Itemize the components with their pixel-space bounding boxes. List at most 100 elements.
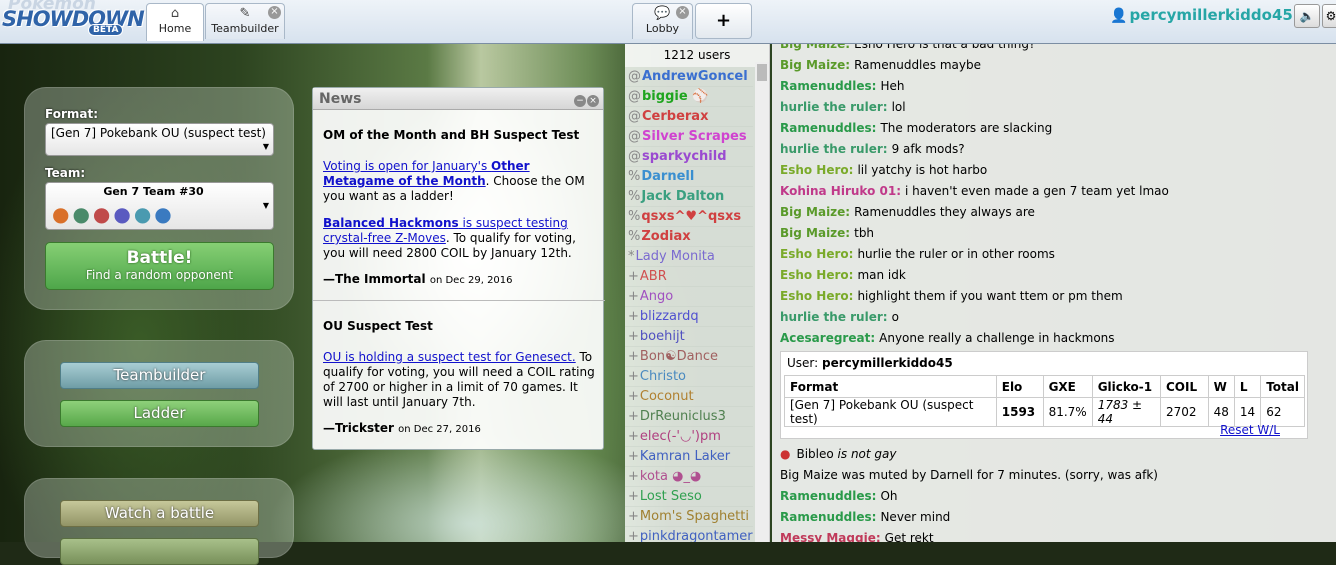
new-tab-button[interactable]: +: [695, 3, 752, 39]
username-text: percymillerkiddo45: [1129, 6, 1293, 24]
chat-text: lol: [891, 100, 906, 114]
username-display[interactable]: 👤 percymillerkiddo45: [1110, 6, 1293, 24]
table-header: Glicko-1: [1091, 375, 1161, 398]
chat-username[interactable]: Ramenuddles:: [780, 489, 876, 503]
user-list-item[interactable]: +Coconut: [625, 387, 753, 407]
user-list-item[interactable]: +DrReuniclus3: [625, 407, 753, 427]
user-list-item[interactable]: +kota ◕_◕: [625, 467, 753, 487]
user-list-item[interactable]: %qsxs^♥^qsxs: [625, 207, 753, 227]
news-link[interactable]: Voting is open for January's: [323, 159, 491, 173]
user-list-item[interactable]: @Silver Scrapes: [625, 127, 753, 147]
user-group-symbol: %: [628, 169, 641, 184]
chat-username[interactable]: Esho Hero:: [780, 268, 853, 282]
news-link[interactable]: OU is holding a suspect test for Genesec…: [323, 350, 576, 364]
chat-username[interactable]: Ramenuddles:: [780, 79, 876, 93]
chat-username[interactable]: hurlie the ruler:: [780, 100, 888, 114]
chat-message: hurlie the ruler: lol: [780, 100, 906, 114]
chat-username[interactable]: hurlie the ruler:: [780, 142, 888, 156]
user-list-name: boehijt: [639, 329, 685, 344]
find-user-button[interactable]: [60, 538, 259, 565]
user-list-item[interactable]: +Ango: [625, 287, 753, 307]
chat-username[interactable]: Esho Hero:: [780, 289, 853, 303]
tab-lobby[interactable]: 💬 Lobby ×: [632, 3, 693, 39]
chat-message: Big Maize was muted by Darnell for 7 min…: [780, 468, 1158, 482]
chat-username[interactable]: Esho Hero:: [780, 163, 853, 177]
user-list-item[interactable]: %Zodiax: [625, 227, 753, 247]
tab-teambuilder-label: Teambuilder: [211, 22, 279, 35]
user-list-item[interactable]: +ABR: [625, 267, 753, 287]
ranking-user-label: User:: [787, 356, 819, 370]
chat-text: man idk: [857, 268, 906, 282]
tab-home[interactable]: ⌂ Home: [146, 3, 204, 41]
chat-text: i haven't even made a gen 7 team yet lma…: [905, 184, 1169, 198]
chat-username[interactable]: Big Maize:: [780, 44, 850, 51]
user-list-item[interactable]: %Jack Dalton: [625, 187, 753, 207]
user-list-item[interactable]: +Mom's Spaghetti: [625, 507, 753, 527]
user-list-item[interactable]: +blizzardq: [625, 307, 753, 327]
user-list-item[interactable]: *Lady Monita: [625, 247, 753, 267]
user-group-symbol: @: [628, 69, 641, 84]
user-list-name: ABR: [639, 269, 667, 284]
user-list-name: qsxs^♥^qsxs: [641, 209, 742, 224]
options-button[interactable]: ⚙: [1322, 4, 1336, 28]
user-list-item[interactable]: @sparkychild: [625, 147, 753, 167]
user-list-scrollbar[interactable]: [755, 62, 769, 542]
team-select[interactable]: Gen 7 Team #30 ●●●●●● ▼: [45, 182, 274, 230]
user-list-item[interactable]: @Cerberax: [625, 107, 753, 127]
battle-button-subtitle: Find a random opponent: [85, 268, 234, 282]
user-list-item[interactable]: +Lost Seso: [625, 487, 753, 507]
user-list-item[interactable]: +Christo: [625, 367, 753, 387]
close-icon[interactable]: ×: [676, 6, 689, 19]
pokemon-showdown-logo[interactable]: Pokémon SHOWDOWN BETA: [2, 0, 145, 40]
menu-panel: Teambuilder Ladder: [24, 340, 294, 447]
news-link[interactable]: Balanced Hackmons: [323, 216, 459, 230]
chat-text: Never mind: [880, 510, 951, 524]
scrollbar-thumb[interactable]: [757, 64, 767, 81]
chat-username[interactable]: Big Maize:: [780, 226, 850, 240]
chat-username[interactable]: Esho Hero:: [780, 247, 853, 261]
table-header: GXE: [1042, 375, 1093, 398]
user-list-name: Jack Dalton: [641, 189, 725, 204]
user-group-symbol: +: [628, 509, 639, 524]
teambuilder-button[interactable]: Teambuilder: [60, 362, 259, 389]
close-icon[interactable]: ×: [587, 95, 599, 107]
news-item-paragraph: OU is holding a suspect test for Genesec…: [323, 350, 597, 410]
chat-username[interactable]: Kohina Hiruko 01:: [780, 184, 901, 198]
user-list-item[interactable]: +Bon☯Dance: [625, 347, 753, 367]
chat-text: Anyone really a challenge in hackmons: [879, 331, 1115, 345]
user-group-symbol: +: [628, 369, 639, 384]
reset-wl-link[interactable]: Reset W/L: [1220, 423, 1280, 437]
user-list-item[interactable]: +pinkdragontamer: [625, 527, 753, 542]
user-list-item[interactable]: +boehijt: [625, 327, 753, 347]
chat-message: Esho Hero: man idk: [780, 268, 906, 282]
chat-log: Big Maize: Esho Hero is that a bad thing?…: [772, 44, 1336, 542]
tab-teambuilder[interactable]: ✎ Teambuilder ×: [205, 3, 285, 39]
format-select[interactable]: [Gen 7] Pokebank OU (suspect test) ▼: [45, 123, 274, 156]
watch-panel: Watch a battle: [24, 478, 294, 565]
chat-username[interactable]: Ramenuddles:: [780, 121, 876, 135]
close-icon[interactable]: ×: [268, 6, 281, 19]
battle-button[interactable]: Battle! Find a random opponent: [45, 242, 274, 290]
user-list-item[interactable]: @AndrewGoncel >: [625, 67, 753, 87]
chat-username[interactable]: Messy Maggie:: [780, 531, 881, 542]
user-list-name: Zodiax: [641, 229, 691, 244]
watch-battle-button[interactable]: Watch a battle: [60, 500, 259, 527]
minimize-icon[interactable]: −: [574, 95, 586, 107]
user-list-item[interactable]: +Kamran Laker: [625, 447, 753, 467]
sound-button[interactable]: 🔈: [1294, 4, 1320, 28]
user-list-item[interactable]: @biggie ⚾: [625, 87, 753, 107]
user-list-name: Mom's Spaghetti: [639, 509, 749, 524]
ladder-button[interactable]: Ladder: [60, 400, 259, 427]
user-group-symbol: +: [628, 449, 639, 464]
chat-text: Esho Hero is that a bad thing?: [854, 44, 1036, 51]
chat-message: Esho Hero: highlight them if you want tte…: [780, 289, 1123, 303]
chat-username[interactable]: Acesaregreat:: [780, 331, 875, 345]
chat-username[interactable]: Big Maize:: [780, 58, 850, 72]
user-list-item[interactable]: +elec(-'◡')pm: [625, 427, 753, 447]
chat-username[interactable]: Ramenuddles:: [780, 510, 876, 524]
user-group-symbol: +: [628, 489, 639, 504]
user-list-item[interactable]: %Darnell: [625, 167, 753, 187]
ranking-box: User: percymillerkiddo45 Format Elo GXE …: [780, 351, 1308, 439]
chat-username[interactable]: hurlie the ruler:: [780, 310, 888, 324]
chat-username[interactable]: Big Maize:: [780, 205, 850, 219]
